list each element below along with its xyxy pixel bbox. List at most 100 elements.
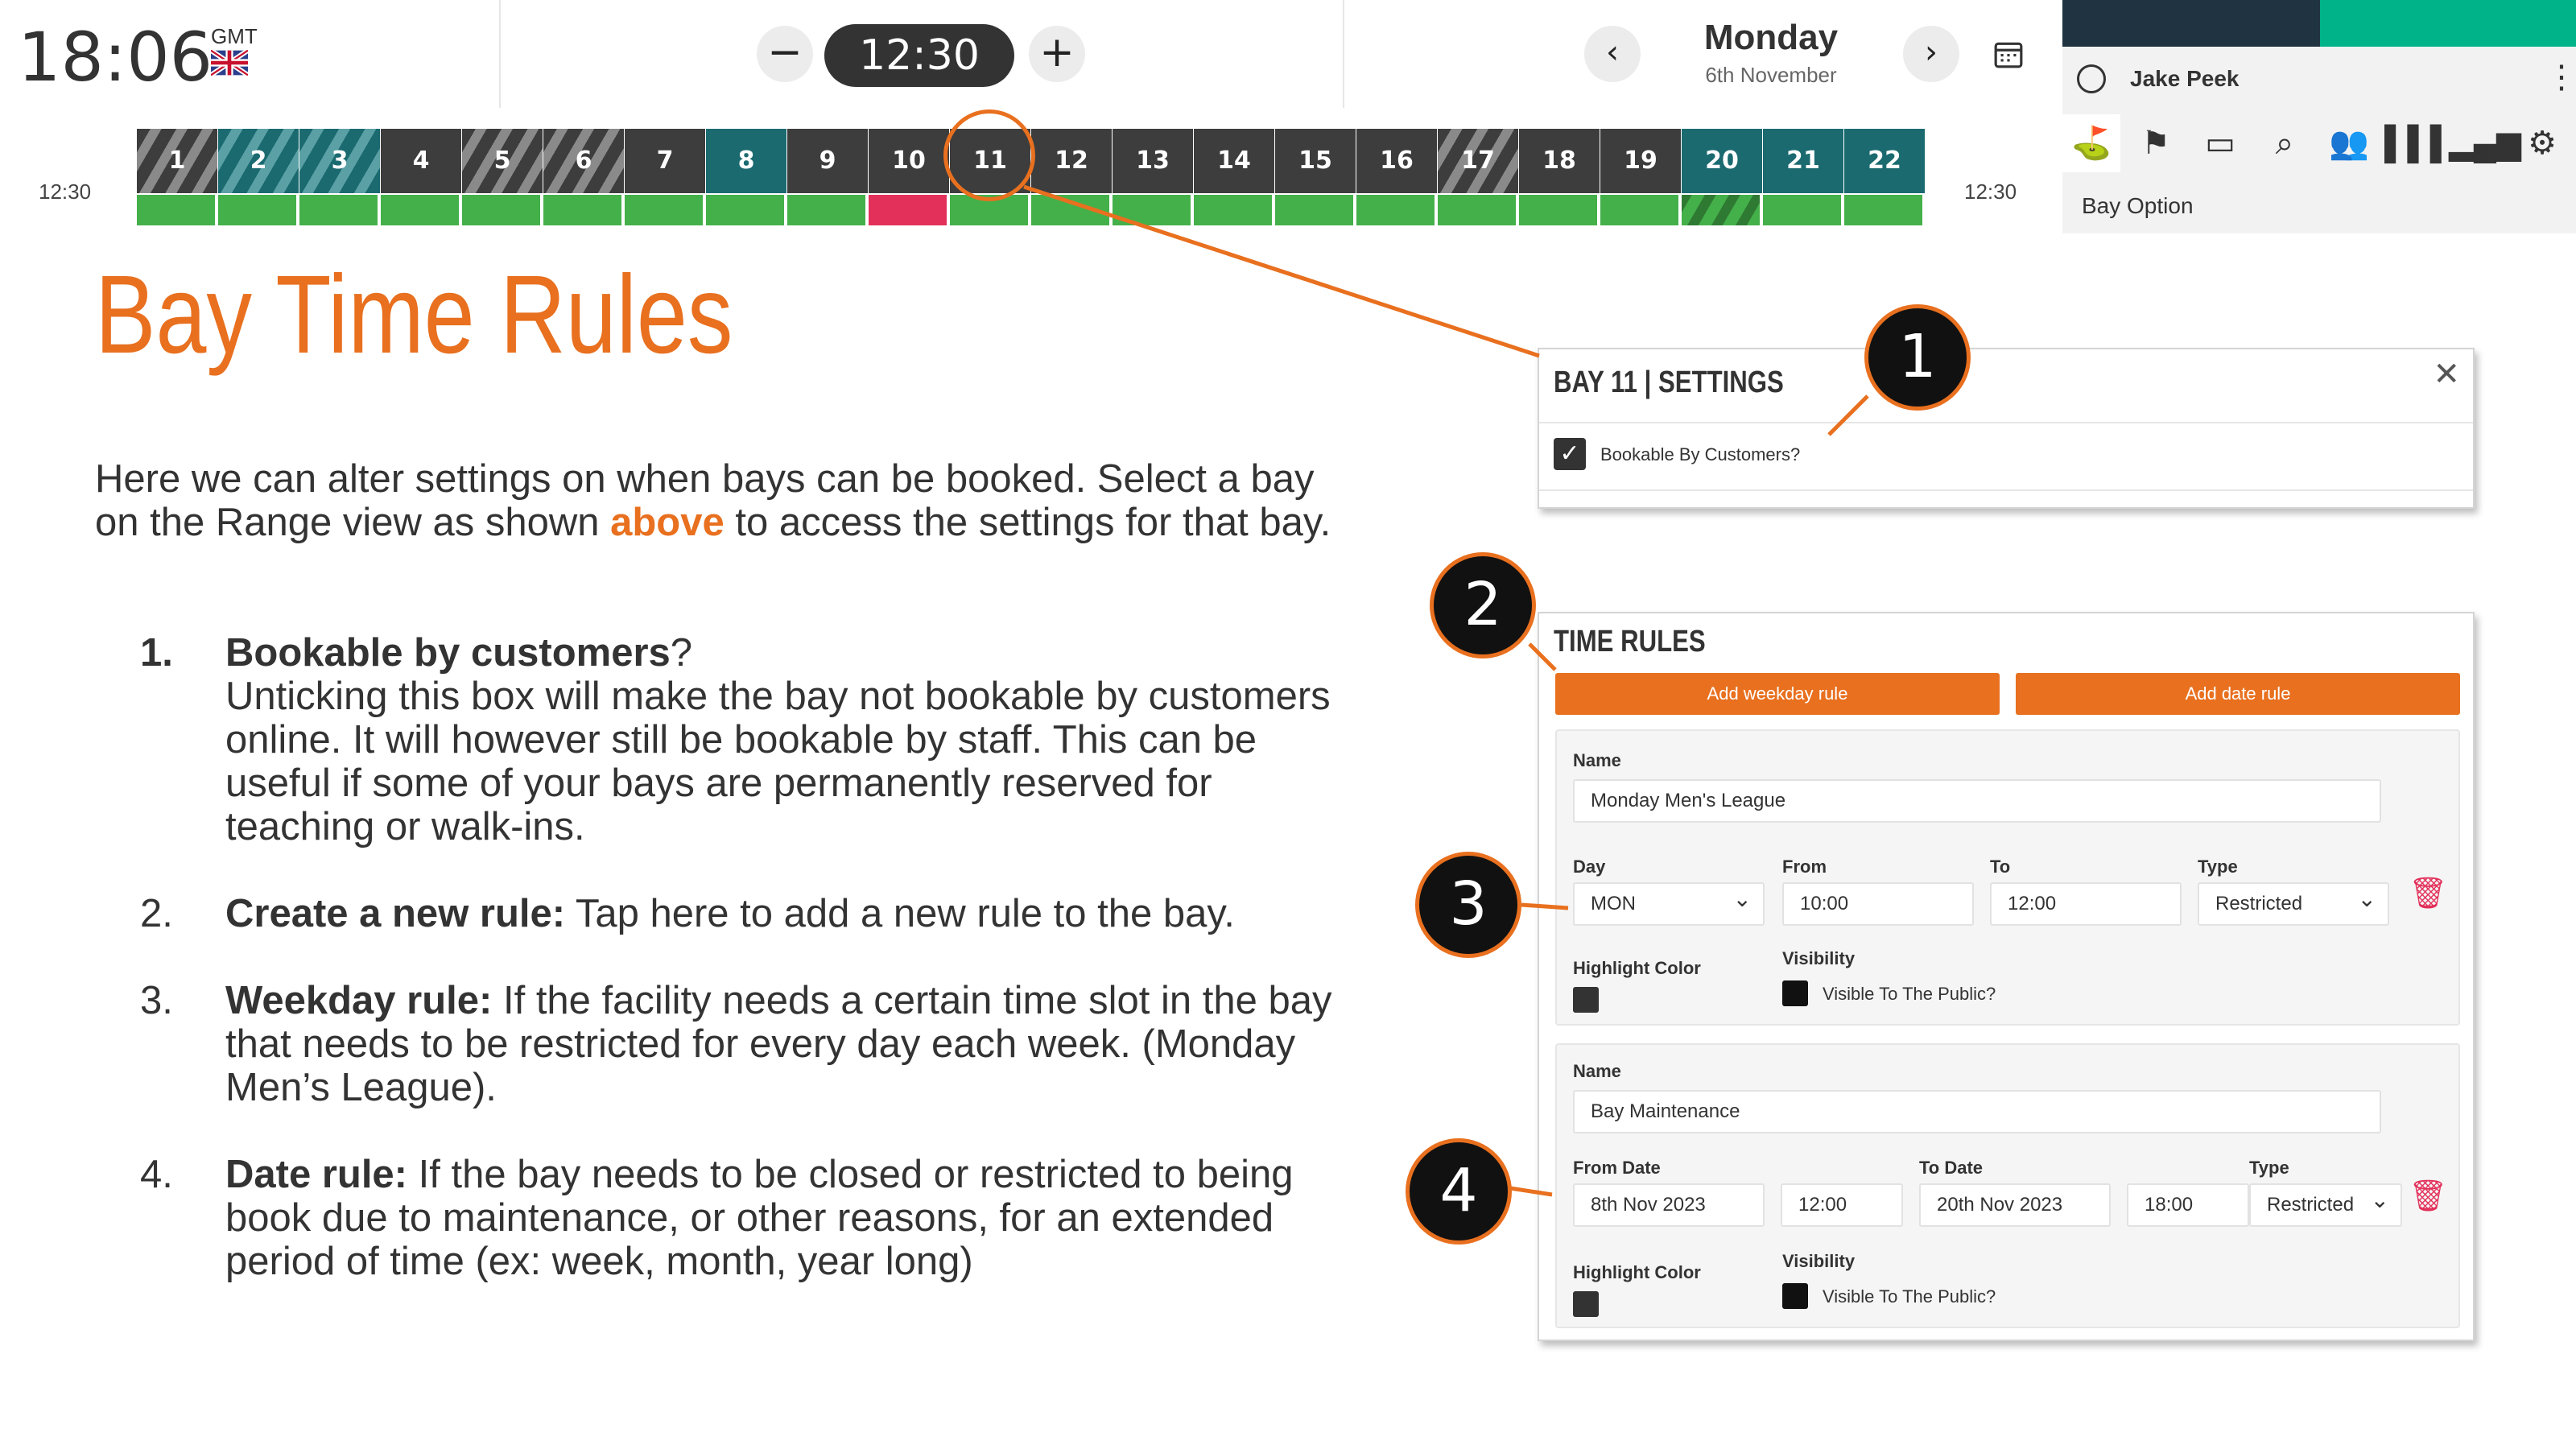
bay-9-availability [787,195,868,225]
calendar-icon[interactable] [1993,39,2024,69]
bay-10[interactable]: 10 [869,129,949,193]
item-number: 1. [140,631,173,675]
add-weekday-rule-button[interactable]: Add weekday rule [1555,673,2000,715]
divider [1539,489,2473,491]
item-heading: Date rule: [225,1153,407,1196]
current-date: 6th November [1642,63,1900,88]
bay-18-availability [1519,195,1600,225]
bay-3[interactable]: 3 [299,129,380,193]
to-label: To [1990,857,2010,877]
highlight-color-swatch[interactable] [1573,1291,1599,1317]
item-number: 2. [140,892,213,935]
item-rest: ? [671,631,692,675]
from-time-input[interactable]: 10:00 [1782,882,1974,926]
settings-icon[interactable]: ⚙ [2513,114,2571,172]
callout-4: 4 [1406,1138,1512,1245]
intro-text: Here we can alter settings on when bays … [95,457,1351,544]
bay-5-availability [462,195,543,225]
more-options-icon[interactable]: ⋮ [2545,61,2576,93]
weekday-rule-card: Name Monday Men's League Day MON From 10… [1555,729,2460,1026]
bay-1[interactable]: 1 [137,129,217,193]
bay-8[interactable]: 8 [706,129,786,193]
delete-rule-icon[interactable]: 🗑 [2409,877,2438,910]
bay-8-availability [706,195,786,225]
visibility-checkbox-label: Visible To The Public? [1823,984,1996,1005]
bookable-checkbox[interactable]: ✓ [1554,438,1586,470]
rule-name-input[interactable]: Monday Men's League [1573,779,2381,823]
bay-13[interactable]: 13 [1113,129,1193,193]
divider [1343,0,1344,108]
item-body: Unticking this box will make the bay not… [225,675,1331,848]
search-icon[interactable]: ⌕ [2256,114,2314,172]
close-icon[interactable]: ✕ [2433,356,2460,393]
from-time-input[interactable]: 12:00 [1781,1183,1903,1227]
delete-rule-icon[interactable]: 🗑 [2409,1180,2438,1212]
bay-11-highlight-ring [943,109,1035,201]
increase-time-button[interactable]: + [1029,26,1085,82]
selected-time[interactable]: 12:30 [824,24,1014,87]
visibility-label: Visibility [1782,1251,1855,1272]
time-rules-panel: TIME RULES Add weekday rule Add date rul… [1538,612,2475,1341]
golf-flag-icon[interactable]: ⚑ [2127,114,2185,172]
list-item: 3. Weekday rule: If the facility needs a… [140,979,1348,1109]
panel-icon-toolbar: ⛳ ⚑ ▭ ⌕ 👥 ▌▌▌ ▂▄▆ ⚙ [2062,114,2576,172]
bay-15-availability [1275,195,1356,225]
from-label: From [1782,857,1827,877]
highlight-color-swatch[interactable] [1573,987,1599,1013]
bay-22[interactable]: 22 [1844,129,1925,193]
bay-19-availability [1600,195,1681,225]
to-time-input[interactable]: 12:00 [1990,882,2182,926]
bay-2-availability [218,195,299,225]
bay-15[interactable]: 15 [1275,129,1356,193]
day-value: MON [1591,893,1636,914]
add-date-rule-button[interactable]: Add date rule [2016,673,2460,715]
next-day-button[interactable]: › [1903,26,1959,82]
bay-19[interactable]: 19 [1600,129,1681,193]
bay-6[interactable]: 6 [543,129,624,193]
bookable-checkbox-label: Bookable By Customers? [1600,444,1800,465]
type-select[interactable]: Restricted [2198,882,2389,926]
highlight-color-label: Highlight Color [1573,958,1701,979]
bay-17-availability [1438,195,1518,225]
visibility-checkbox[interactable] [1782,980,1808,1006]
bay-12[interactable]: 12 [1031,129,1112,193]
settings-title: BAY 11 | SETTINGS [1554,365,1784,400]
visibility-checkbox[interactable] [1782,1283,1808,1309]
date-rule-card: Name Bay Maintenance From Date 8th Nov 2… [1555,1043,2460,1328]
day-select[interactable]: MON [1573,882,1765,926]
bay-7[interactable]: 7 [625,129,705,193]
to-date-input[interactable]: 20th Nov 2023 [1919,1183,2111,1227]
bay-17[interactable]: 17 [1438,129,1518,193]
item-number: 3. [140,979,213,1022]
to-time-input[interactable]: 18:00 [2127,1183,2249,1227]
bay-2[interactable]: 2 [218,129,299,193]
list-item: 1. Bookable by customers?Unticking this … [140,631,1348,848]
bay-14[interactable]: 14 [1194,129,1274,193]
bay-9[interactable]: 9 [787,129,868,193]
bay-3-availability [299,195,380,225]
uk-flag-icon [211,50,248,76]
timeline-start-time: 12:30 [39,180,91,204]
chart-icon[interactable]: ▂▄▆ [2449,114,2507,172]
type-select[interactable]: Restricted [2249,1183,2402,1227]
bay-20[interactable]: 20 [1682,129,1762,193]
rule-name-input[interactable]: Bay Maintenance [1573,1090,2381,1133]
display-icon[interactable]: ▭ [2191,114,2249,172]
user-icon [2077,64,2106,93]
users-icon[interactable]: 👥 [2320,114,2378,172]
bay-16[interactable]: 16 [1356,129,1437,193]
bay-4[interactable]: 4 [381,129,461,193]
divider [499,0,501,108]
bay-16-availability [1356,195,1437,225]
barcode-icon[interactable]: ▌▌▌ [2384,114,2442,172]
bay-18[interactable]: 18 [1519,129,1600,193]
bay-6-availability [543,195,624,225]
golf-range-icon[interactable]: ⛳ [2062,114,2120,172]
decrease-time-button[interactable]: − [757,26,813,82]
type-value: Restricted [2215,893,2302,914]
bay-5[interactable]: 5 [462,129,543,193]
intro-part: to access the settings for that bay. [724,501,1331,544]
bay-21[interactable]: 21 [1763,129,1843,193]
from-date-input[interactable]: 8th Nov 2023 [1573,1183,1765,1227]
previous-day-button[interactable]: ‹ [1584,26,1641,82]
